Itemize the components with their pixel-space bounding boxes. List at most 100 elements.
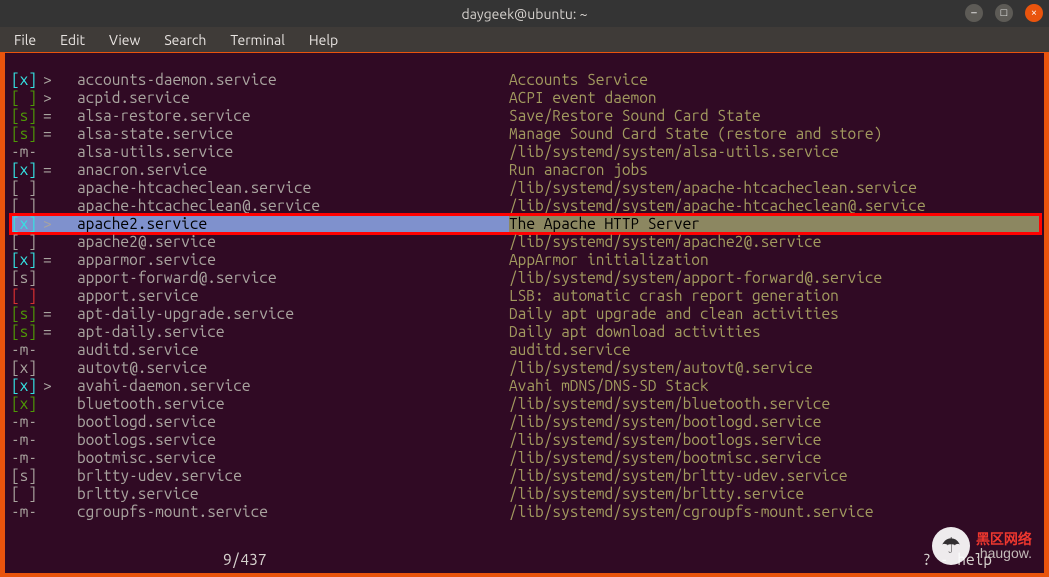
service-state: [s] (11, 467, 43, 485)
service-description: /lib/systemd/system/bootmisc.service (509, 449, 1040, 467)
service-link-indicator (43, 179, 77, 197)
service-description: Save/Restore Sound Card State (509, 107, 1040, 125)
service-row[interactable]: [x] autovt@.service/lib/systemd/system/a… (11, 359, 1040, 377)
menu-search[interactable]: Search (156, 30, 214, 50)
service-row[interactable]: -m- alsa-utils.service/lib/systemd/syste… (11, 143, 1040, 161)
maximize-button[interactable]: □ (995, 4, 1013, 22)
service-link-indicator (43, 413, 77, 431)
service-row[interactable]: [x] bluetooth.service/lib/systemd/system… (11, 395, 1040, 413)
service-description: /lib/systemd/system/bootlogs.service (509, 431, 1040, 449)
service-name: brltty.service (77, 485, 509, 503)
service-link-indicator: = (43, 305, 77, 323)
service-state: [s] (11, 107, 43, 125)
service-description: /lib/systemd/system/apache2@.service (509, 233, 1040, 251)
close-button[interactable]: × (1025, 4, 1043, 22)
service-name: autovt@.service (77, 359, 509, 377)
service-state: [x] (11, 71, 43, 89)
service-name: apache2.service (77, 215, 509, 233)
service-row[interactable]: -m- bootmisc.service/lib/systemd/system/… (11, 449, 1040, 467)
service-link-indicator (43, 485, 77, 503)
service-link-indicator: > (43, 377, 77, 395)
service-name: bootmisc.service (77, 449, 509, 467)
service-state: [x] (11, 215, 43, 233)
service-name: cgroupfs-mount.service (77, 503, 509, 521)
service-link-indicator (43, 197, 77, 215)
menu-edit[interactable]: Edit (52, 30, 93, 50)
service-name: apport-forward@.service (77, 269, 509, 287)
service-row[interactable]: [x]>accounts-daemon.serviceAccounts Serv… (11, 71, 1040, 89)
service-row[interactable]: -m- auditd.serviceauditd.service (11, 341, 1040, 359)
service-description: Daily apt upgrade and clean activities (509, 305, 1040, 323)
service-link-indicator (43, 395, 77, 413)
service-link-indicator: = (43, 161, 77, 179)
service-row[interactable]: [ ]>acpid.serviceACPI event daemon (11, 89, 1040, 107)
service-description: /lib/systemd/system/autovt@.service (509, 359, 1040, 377)
status-bar: 9/437 ? - help (11, 551, 1038, 569)
service-description: Daily apt download activities (509, 323, 1040, 341)
service-name: bluetooth.service (77, 395, 509, 413)
service-row[interactable]: -m- cgroupfs-mount.service/lib/systemd/s… (11, 503, 1040, 521)
service-row[interactable]: [x]>avahi-daemon.serviceAvahi mDNS/DNS-S… (11, 377, 1040, 395)
service-name: alsa-state.service (77, 125, 509, 143)
service-row[interactable]: [s] apport-forward@.service/lib/systemd/… (11, 269, 1040, 287)
service-description: /lib/systemd/system/bootlogd.service (509, 413, 1040, 431)
menu-terminal[interactable]: Terminal (222, 30, 293, 50)
service-link-indicator (43, 503, 77, 521)
service-name: acpid.service (77, 89, 509, 107)
service-description: Accounts Service (509, 71, 1040, 89)
titlebar: daygeek@ubuntu: ~ – □ × (0, 0, 1049, 27)
service-row[interactable]: [x]=anacron.serviceRun anacron jobs (11, 161, 1040, 179)
service-row[interactable]: [s]=alsa-restore.serviceSave/Restore Sou… (11, 107, 1040, 125)
service-description: /lib/systemd/system/brltty-udev.service (509, 467, 1040, 485)
status-position: 9/437 (11, 551, 266, 569)
service-link-indicator: = (43, 107, 77, 125)
service-row[interactable]: -m- bootlogs.service/lib/systemd/system/… (11, 431, 1040, 449)
service-row[interactable]: [ ] brltty.service/lib/systemd/system/br… (11, 485, 1040, 503)
service-row[interactable]: [x]=apparmor.serviceAppArmor initializat… (11, 251, 1040, 269)
service-state: [ ] (11, 197, 43, 215)
service-row-selected[interactable]: [x]>apache2.serviceThe Apache HTTP Serve… (11, 215, 1040, 233)
service-name: apache-htcacheclean@.service (77, 197, 509, 215)
service-state: [x] (11, 251, 43, 269)
service-row[interactable]: [s]=apt-daily-upgrade.serviceDaily apt u… (11, 305, 1040, 323)
service-link-indicator: > (43, 215, 77, 233)
service-row[interactable]: [ ] apache-htcacheclean.service/lib/syst… (11, 179, 1040, 197)
service-state: [ ] (11, 233, 43, 251)
service-description: /lib/systemd/system/bluetooth.service (509, 395, 1040, 413)
service-description: ACPI event daemon (509, 89, 1040, 107)
service-row[interactable]: -m- bootlogd.service/lib/systemd/system/… (11, 413, 1040, 431)
minimize-button[interactable]: – (965, 4, 983, 22)
service-row[interactable]: [ ] apache2@.service/lib/systemd/system/… (11, 233, 1040, 251)
service-description: /lib/systemd/system/apport-forward@.serv… (509, 269, 1040, 287)
service-description: /lib/systemd/system/brltty.service (509, 485, 1040, 503)
menu-file[interactable]: File (6, 30, 44, 50)
service-row[interactable]: [ ] apache-htcacheclean@.service/lib/sys… (11, 197, 1040, 215)
service-description: Avahi mDNS/DNS-SD Stack (509, 377, 1040, 395)
service-name: apport.service (77, 287, 509, 305)
service-state: -m- (11, 431, 43, 449)
service-link-indicator (43, 467, 77, 485)
status-help: ? - help (923, 551, 992, 569)
service-name: bootlogs.service (77, 431, 509, 449)
service-row[interactable]: [s]=apt-daily.serviceDaily apt download … (11, 323, 1040, 341)
service-link-indicator (43, 287, 77, 305)
service-name: accounts-daemon.service (77, 71, 509, 89)
service-state: [ ] (11, 287, 43, 305)
service-link-indicator (43, 341, 77, 359)
service-state: [x] (11, 359, 43, 377)
menu-help[interactable]: Help (301, 30, 346, 50)
service-description: Run anacron jobs (509, 161, 1040, 179)
service-row[interactable]: [ ] apport.serviceLSB: automatic crash r… (11, 287, 1040, 305)
service-name: apt-daily-upgrade.service (77, 305, 509, 323)
service-state: [x] (11, 161, 43, 179)
service-description: LSB: automatic crash report generation (509, 287, 1040, 305)
terminal-area[interactable]: [x]>accounts-daemon.serviceAccounts Serv… (5, 53, 1044, 573)
service-link-indicator (43, 269, 77, 287)
service-link-indicator (43, 449, 77, 467)
service-row[interactable]: [s]=alsa-state.serviceManage Sound Card … (11, 125, 1040, 143)
service-link-indicator (43, 233, 77, 251)
service-row[interactable]: [s] brltty-udev.service/lib/systemd/syst… (11, 467, 1040, 485)
service-state: [s] (11, 305, 43, 323)
service-name: apparmor.service (77, 251, 509, 269)
menu-view[interactable]: View (101, 30, 148, 50)
